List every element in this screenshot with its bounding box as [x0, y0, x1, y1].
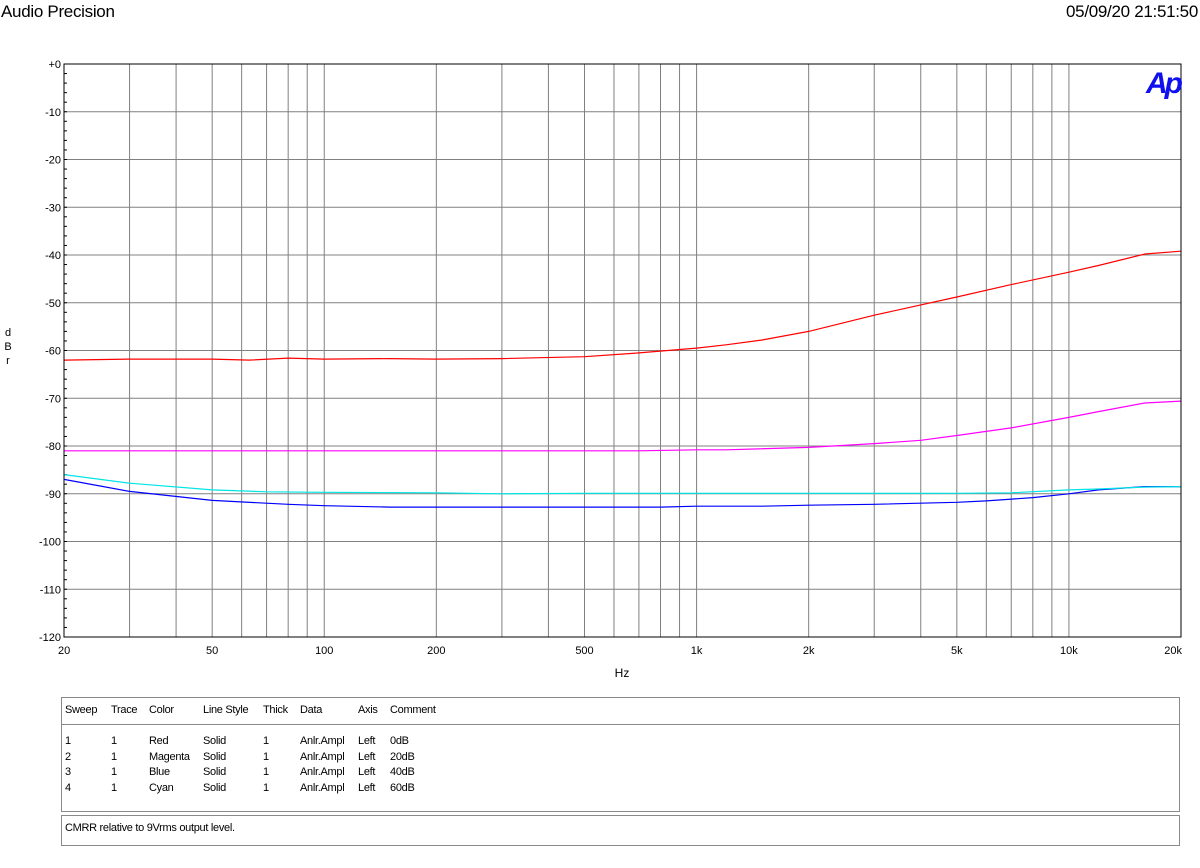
table-cell: Solid: [203, 766, 226, 778]
table-cell: Anlr.Ampl: [300, 766, 345, 778]
table-header-cell: Comment: [390, 704, 436, 716]
table-cell: 1: [111, 766, 117, 778]
chart: +0 -10 -20 -30 -40 -50 -60 -70 -80 -90 -100 -110 -12…: [4, 59, 1185, 680]
table-cell: 1: [263, 735, 269, 747]
table-header-cell: Color: [149, 704, 174, 716]
y-tick-label: -10: [45, 107, 61, 119]
table-cell: Cyan: [149, 781, 174, 794]
ap-logo: Ap: [1145, 67, 1183, 100]
y-tick-label: -60: [45, 346, 61, 358]
y-tick-label: -40: [45, 250, 61, 262]
series-line-0dB: [63, 250, 1182, 361]
table-cell: 1: [111, 735, 117, 747]
y-tick-label: +0: [48, 59, 61, 71]
series-line-20dB: [64, 400, 1182, 452]
table-header-cell: Line Style: [203, 704, 249, 716]
table-row: 4 1 Cyan Solid 1 Anlr.Ampl Left 60dB: [62, 782, 1179, 796]
table-cell: 1: [111, 750, 117, 763]
table-cell: Left: [358, 750, 376, 763]
table-header-cell: Data: [300, 704, 323, 716]
table-cell: Anlr.Ampl: [300, 750, 345, 763]
x-tick-label: 20k: [1164, 645, 1182, 657]
comment-box: CMRR relative to 9Vrms output level.: [61, 815, 1180, 846]
grid: [63, 63, 1182, 638]
plot-series: [63, 250, 1182, 508]
x-tick-label: 10k: [1060, 645, 1078, 657]
table-cell: 20dB: [390, 750, 415, 763]
table-cell: 1: [263, 750, 269, 763]
y-tick-label: -70: [45, 393, 61, 405]
y-tick-label: -100: [39, 537, 61, 549]
y-tick-label: -50: [45, 298, 61, 310]
y-tick-label: -30: [45, 202, 61, 214]
table-header-cell: Axis: [358, 704, 378, 716]
y-axis-label-text: dBr: [4, 327, 11, 367]
x-tick-label: 100: [315, 645, 333, 657]
y-tick-label: -80: [45, 441, 61, 453]
table-cell: 4: [65, 781, 71, 794]
series-line-60dB: [63, 474, 1182, 495]
y-tick-label: -110: [40, 584, 61, 596]
table-divider: [62, 724, 1179, 725]
y-tick-label: -90: [45, 489, 61, 501]
table-header-cell: Sweep: [65, 704, 98, 716]
y-tick-label: -120: [39, 632, 61, 644]
table-row: 2 1 Magenta Solid 1 Anlr.Ampl Left 20dB: [62, 751, 1179, 765]
table-cell: 40dB: [390, 766, 415, 778]
table-cell: 1: [65, 735, 71, 747]
x-tick-label: 1k: [691, 645, 703, 657]
table-cell: Anlr.Ampl: [300, 735, 345, 747]
table-cell: 1: [263, 766, 269, 778]
table-cell: Left: [358, 735, 376, 747]
table-cell: Left: [358, 766, 376, 778]
table-header-cell: Trace: [111, 704, 138, 716]
table-cell: Blue: [149, 766, 170, 778]
table-cell: 1: [263, 781, 269, 794]
table-cell: Red: [149, 735, 169, 747]
table-cell: 2: [65, 750, 71, 763]
sweep-table: Sweep Trace Color Line Style Thick Data Axis Co…: [61, 697, 1180, 812]
table-cell: Solid: [203, 735, 226, 747]
y-tick-label: -20: [45, 155, 61, 167]
table-cell: Solid: [203, 781, 226, 794]
table-cell: 60dB: [390, 781, 415, 794]
table-cell: Magenta: [149, 750, 190, 763]
x-tick-label: 20: [58, 645, 70, 657]
table-cell: Anlr.Ampl: [300, 781, 345, 794]
table-cell: 3: [65, 766, 71, 778]
table-header: Sweep Trace Color Line Style Thick Data Axis Co…: [62, 704, 1179, 718]
x-tick-label: 50: [206, 645, 218, 657]
x-tick-label: 200: [427, 645, 445, 657]
table-cell: 1: [111, 781, 117, 794]
table-row: 3 1 Blue Solid 1 Anlr.Ampl Left 40dB: [62, 766, 1179, 780]
x-tick-label: 500: [575, 645, 593, 657]
table-header-cell: Thick: [263, 704, 288, 716]
comment-text: CMRR relative to 9Vrms output level.: [65, 822, 235, 834]
table-row: 1 1 Red Solid 1 Anlr.Ampl Left 0dB: [62, 735, 1179, 749]
y-axis-label: dBr: [4, 327, 11, 367]
table-cell: Left: [358, 781, 376, 794]
x-tick-label: 2k: [803, 645, 815, 657]
table-cell: 0dB: [390, 735, 409, 747]
table-cell: Solid: [203, 750, 226, 763]
x-axis-label: Hz: [615, 666, 630, 680]
x-tick-label: 5k: [951, 645, 963, 657]
